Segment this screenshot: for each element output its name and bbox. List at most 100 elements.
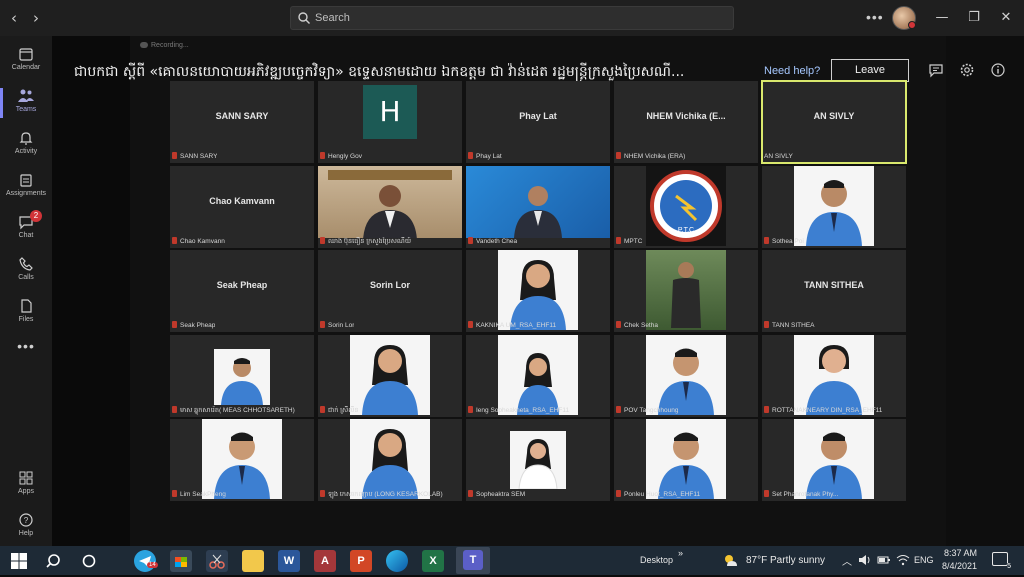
person-silhouette-icon: [806, 432, 862, 499]
participant-tile[interactable]: SANN SARY SANN SARY: [170, 81, 314, 163]
more-apps-icon[interactable]: •••: [0, 338, 52, 362]
participant-tile[interactable]: Phay Lat Phay Lat: [466, 81, 610, 163]
participant-tile[interactable]: TANN SITHEA TANN SITHEA: [762, 250, 906, 332]
caption-text: Ieng Sopheakneta_RSA_EHF11: [476, 407, 570, 414]
participant-tile[interactable]: Seak Pheap Seak Pheap: [170, 250, 314, 332]
sidebar-item-files[interactable]: Files: [0, 294, 52, 334]
powerpoint-icon[interactable]: P: [350, 550, 372, 572]
recording-label: Recording...: [151, 42, 189, 49]
chevron-up-icon[interactable]: ︿: [842, 553, 852, 568]
participant-caption: Sorin Lor: [320, 321, 354, 331]
desktop-toolbar-label[interactable]: Desktop: [640, 555, 673, 565]
sidebar-item-calls[interactable]: Calls: [0, 252, 52, 292]
caption-text: Sothea Poi: [772, 238, 804, 245]
wifi-icon[interactable]: [896, 554, 910, 566]
calendar-icon: [19, 48, 33, 61]
snipping-tool-icon[interactable]: [206, 550, 228, 572]
profile-photo: [498, 250, 578, 330]
participant-tile-active-speaker[interactable]: AN SIVLY AN SIVLY: [761, 80, 907, 164]
mic-muted-icon: [468, 321, 473, 328]
mic-muted-icon: [320, 152, 325, 159]
clock-time[interactable]: 8:37 AM: [944, 548, 977, 558]
participant-tile[interactable]: ROTTANAKNEARY DIN_RSA_EHF11: [762, 335, 906, 417]
participant-tile[interactable]: ឈាង ប៊ុនធឿន ក្រសួងប្រៃសណីយ៍: [318, 166, 462, 248]
need-help-link[interactable]: Need help?: [764, 65, 820, 77]
toolbar-overflow-icon[interactable]: »: [678, 548, 683, 558]
participant-caption: Hengly Gov: [320, 152, 362, 162]
notification-count: 5: [1007, 563, 1011, 570]
profile-photo: [214, 349, 270, 405]
sidebar-item-apps[interactable]: Apps: [0, 466, 52, 506]
telegram-icon[interactable]: 14: [134, 550, 158, 572]
access-icon[interactable]: A: [314, 550, 336, 572]
participant-tile[interactable]: ឡុង កេសរកល្យាប (LONG KESARKOLAB): [318, 419, 462, 501]
forward-arrow-icon[interactable]: ›: [28, 9, 44, 27]
sidebar-item-label: Apps: [18, 488, 34, 495]
battery-icon[interactable]: [877, 554, 891, 566]
participant-tile[interactable]: POV Tangchhoung: [614, 335, 758, 417]
participant-tile[interactable]: Set Phanrotanak Phy...: [762, 419, 906, 501]
video-feed: [466, 166, 610, 238]
back-arrow-icon[interactable]: ‹: [6, 9, 22, 27]
excel-icon[interactable]: X: [422, 550, 444, 572]
more-options-icon[interactable]: •••: [866, 9, 884, 25]
scissors-icon: [209, 554, 225, 569]
sidebar-item-help[interactable]: ? Help: [0, 508, 52, 548]
participant-name: Seak Pheap: [216, 280, 268, 290]
participant-tile[interactable]: Ponleu Huot_RSA_EHF11: [614, 419, 758, 501]
sidebar-item-calendar[interactable]: Calendar: [0, 42, 52, 82]
sidebar-item-activity[interactable]: Activity: [0, 126, 52, 166]
participant-tile[interactable]: Ieng Sopheakneta_RSA_EHF11: [466, 335, 610, 417]
windows-taskbar: 14 W A P X T Desktop » 87°F Partly sunny…: [0, 546, 1024, 575]
weather-label[interactable]: 87°F Partly sunny: [746, 555, 825, 566]
file-explorer-icon[interactable]: [242, 550, 264, 572]
notification-icon[interactable]: 5: [992, 552, 1011, 570]
participant-tile[interactable]: Lim SeakPheng: [170, 419, 314, 501]
participant-caption: Lim SeakPheng: [172, 490, 226, 500]
task-view-icon[interactable]: [78, 550, 100, 572]
sidebar-item-assignments[interactable]: Assignments: [0, 168, 52, 208]
sidebar-item-label: Files: [18, 316, 34, 323]
settings-gear-icon[interactable]: [959, 62, 975, 78]
participant-tile[interactable]: Sopheaktra SEM: [466, 419, 610, 501]
mic-muted-icon: [764, 321, 769, 328]
language-indicator[interactable]: ENG: [914, 555, 934, 565]
speaker-icon[interactable]: [858, 554, 872, 566]
participant-tile[interactable]: Sothea Poi: [762, 166, 906, 248]
edge-icon[interactable]: [386, 550, 408, 572]
participant-tile[interactable]: Chek Setha: [614, 250, 758, 332]
participant-tile[interactable]: KAKNIKA UM_RSA_EHF11: [466, 250, 610, 332]
caption-text: SANN SARY: [180, 153, 218, 160]
participant-tile[interactable]: NHEM Vichika (E... NHEM Vichika (ERA): [614, 81, 758, 163]
mic-muted-icon: [616, 152, 621, 159]
teams-app-icon: T: [463, 550, 483, 570]
search-icon[interactable]: [44, 550, 66, 572]
sidebar-item-label: Assignments: [5, 190, 47, 197]
sidebar-item-chat[interactable]: Chat 2: [0, 210, 52, 250]
feedback-icon[interactable]: [928, 62, 944, 78]
store-icon[interactable]: [170, 550, 192, 572]
teams-taskbar-button[interactable]: T: [456, 547, 490, 574]
participant-tile[interactable]: P.T.C MPTC: [614, 166, 758, 248]
info-icon[interactable]: [990, 62, 1006, 78]
clock-date[interactable]: 8/4/2021: [942, 561, 977, 571]
participant-tile[interactable]: Vandeth Chea: [466, 166, 610, 248]
caption-text: ឡុង កេសរកល្យាប (LONG KESARKOLAB): [328, 491, 443, 498]
participant-caption: Chao Kamvann: [172, 237, 225, 247]
participant-tile[interactable]: H Hengly Gov: [318, 81, 462, 163]
participant-caption: Chek Setha: [616, 321, 658, 331]
sidebar-item-teams[interactable]: Teams: [0, 84, 52, 124]
restore-icon[interactable]: ❐: [964, 8, 984, 28]
leave-button[interactable]: Leave: [831, 59, 909, 82]
close-icon[interactable]: ✕: [996, 8, 1016, 28]
search-input[interactable]: Search: [290, 6, 734, 30]
participant-tile[interactable]: Sorin Lor Sorin Lor: [318, 250, 462, 332]
word-icon[interactable]: W: [278, 550, 300, 572]
participant-tile[interactable]: Chao Kamvann Chao Kamvann: [170, 166, 314, 248]
participant-tile[interactable]: មាស ឆ្នុកសារ៉េត( MEAS CHHOTSARETH): [170, 335, 314, 417]
minimize-icon[interactable]: —: [932, 8, 952, 28]
person-silhouette-icon: [363, 185, 417, 238]
person-silhouette-icon: [671, 262, 701, 328]
windows-start-icon[interactable]: [8, 550, 30, 572]
participant-tile[interactable]: ជាក់ ស្រីលីន: [318, 335, 462, 417]
